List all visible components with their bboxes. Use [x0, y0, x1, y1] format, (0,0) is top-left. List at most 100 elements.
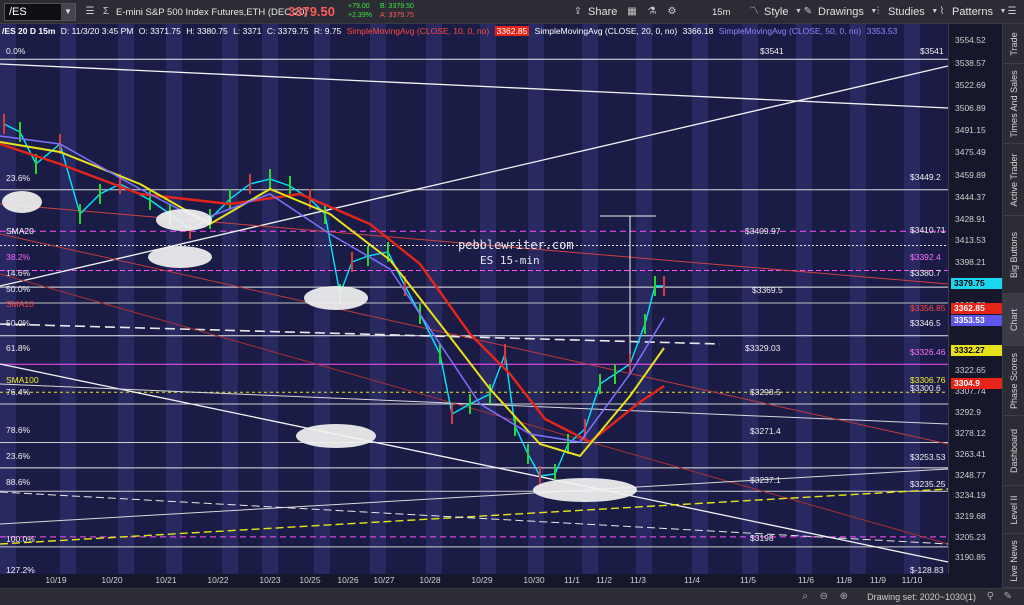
date-tick: 10/21	[155, 575, 177, 585]
date-tick: 10/25	[299, 575, 321, 585]
date-tick: 10/30	[523, 575, 545, 585]
side-tab-trade[interactable]: Trade	[1003, 24, 1024, 64]
timeframe-selector[interactable]: 15m	[712, 0, 730, 24]
menu-icon: ☰	[1007, 6, 1017, 17]
pencil-icon[interactable]: ✎	[1004, 591, 1012, 602]
more-button[interactable]: ☰	[1006, 0, 1018, 24]
zoom-out-icon[interactable]: ⊖	[820, 591, 828, 602]
fib-label-left: 78.6%	[6, 425, 31, 435]
style-label: Style	[764, 6, 789, 18]
symbol-input[interactable]: /ES ▼	[4, 3, 76, 21]
date-tick: 11/6	[798, 575, 814, 585]
chart-header: /ES 20 D 15m	[2, 26, 56, 36]
price-tick: 3292.9	[955, 406, 981, 417]
fib-label-right: $3449.2	[910, 172, 941, 182]
pin-icon[interactable]: ⚲	[987, 591, 994, 602]
thinkorswim-window: /ES ▼ ☰ Σ E-mini S&P 500 Index Futures,E…	[0, 0, 1024, 605]
style-button[interactable]: 〽 Style ▼	[748, 0, 804, 24]
fib-label-left: 76.4%	[6, 387, 31, 397]
date-tick: 11/2	[596, 575, 612, 585]
highlight-oval	[533, 478, 637, 502]
watermark-site: pebblewriter.com	[458, 238, 574, 252]
side-tab-big-buttons[interactable]: Big Buttons	[1003, 216, 1024, 294]
side-tab-chart[interactable]: Chart	[1003, 294, 1024, 346]
side-tab-dashboard[interactable]: Dashboard	[1003, 416, 1024, 486]
fib-label-left: 23.6%	[6, 451, 31, 461]
date-axis[interactable]: 10/19 10/20 10/21 10/22 10/23 10/25 10/26 10/27…	[0, 574, 1002, 588]
date-tick: 11/5	[740, 575, 756, 585]
chart-area[interactable]: /ES 20 D 15m D: 11/3/20 3:45 PM O: 3371.…	[0, 24, 948, 574]
side-tab-label: Active Trader	[1009, 152, 1019, 207]
side-tabs: Trade Times And Sales Active Trader Big But…	[1002, 24, 1024, 588]
grid-icon[interactable]: ▦	[626, 6, 638, 18]
chevron-down-icon[interactable]: ▼	[61, 4, 75, 20]
patterns-icon: ⌇	[939, 6, 945, 17]
studies-button[interactable]: ⫶ Studies ▼	[872, 0, 941, 24]
ohlc-date: D: 11/3/20 3:45 PM	[60, 26, 134, 36]
sma10-value: 3362.85	[494, 26, 530, 36]
fib-label-left: 0.0%	[6, 46, 26, 56]
highlight-oval	[2, 191, 42, 213]
price-tick: 3459.89	[955, 169, 986, 180]
fib-label-left: 127.2%	[6, 565, 35, 574]
price-tick: 3263.41	[955, 448, 986, 459]
price-axis[interactable]: 3554.52 3538.57 3522.69 3506.89 3491.15 3475.…	[948, 24, 1003, 574]
search-icon[interactable]: ⌕	[802, 591, 808, 602]
fib-label-right: $3356.85	[910, 303, 946, 313]
side-tab-level-ii[interactable]: Level II	[1003, 486, 1024, 534]
ohlc-open: O: 3371.75	[138, 26, 181, 36]
patterns-label: Patterns	[952, 6, 993, 18]
fib-label-left: 38.2%	[6, 252, 31, 262]
price-tick: 3398.21	[955, 257, 986, 268]
chart-info-line: /ES 20 D 15m D: 11/3/20 3:45 PM O: 3371.…	[2, 26, 900, 36]
side-tab-live-news[interactable]: Live News	[1003, 534, 1024, 588]
price-tick: 3205.23	[955, 531, 986, 542]
date-tick: 11/10	[901, 575, 923, 585]
side-tab-times-and-sales[interactable]: Times And Sales	[1003, 64, 1024, 144]
sma50-study[interactable]: SimpleMovingAvg (CLOSE, 50, 0, no)	[719, 26, 862, 36]
sma10-study[interactable]: SimpleMovingAvg (CLOSE, 10, 0, no)	[347, 26, 490, 36]
drawings-label: Drawings	[818, 6, 864, 18]
side-tab-phase-scores[interactable]: Phase Scores	[1003, 346, 1024, 416]
fib-label-right: $3410.71	[910, 225, 946, 235]
settings-icon[interactable]: ⚙	[666, 6, 678, 18]
style-icon: 〽	[749, 6, 759, 17]
sma20-study[interactable]: SimpleMovingAvg (CLOSE, 20, 0, no)	[535, 26, 678, 36]
ohlc-high: H: 3380.75	[186, 26, 228, 36]
toolbar-icons: ▦ ⚗ ⚙	[626, 0, 678, 24]
fib-label-left: 61.8%	[6, 343, 31, 353]
date-tick: 10/22	[207, 575, 229, 585]
fib-label-left: SMA100	[6, 375, 39, 385]
flask-icon[interactable]: ⚗	[646, 6, 658, 18]
timeframe-label: 15m	[712, 6, 731, 18]
highlight-oval	[148, 246, 212, 268]
percent-change: +2.39%	[348, 12, 372, 19]
drawings-button[interactable]: ✎ Drawings ▼	[802, 0, 880, 24]
date-tick: 11/4	[684, 575, 700, 585]
date-tick: 11/1	[564, 575, 580, 585]
price-tag: 3332.27	[951, 345, 1003, 356]
price-tick: 3234.19	[955, 490, 986, 501]
zoom-in-icon[interactable]: ⊕	[840, 591, 848, 602]
chart-toolbar: /ES ▼ ☰ Σ E-mini S&P 500 Index Futures,E…	[0, 0, 1024, 24]
highlight-oval	[304, 286, 368, 310]
share-button[interactable]: ⇪ Share	[572, 0, 618, 24]
side-tab-active-trader[interactable]: Active Trader	[1003, 144, 1024, 216]
fib-label-left: 100.0%	[6, 534, 35, 544]
fib-label-right: $3369.5	[752, 285, 783, 295]
sigma-icon[interactable]: Σ	[100, 6, 112, 18]
patterns-button[interactable]: ⌇ Patterns ▼	[936, 0, 1009, 24]
price-tag: 3379.75	[951, 278, 1003, 289]
menu-icon[interactable]: ☰	[84, 6, 96, 18]
price-chart[interactable]	[0, 24, 948, 574]
drawing-set-label[interactable]: Drawing set: 2020~1030(1)	[867, 592, 976, 602]
side-tab-label: Live News	[1009, 539, 1019, 582]
side-tab-label: Trade	[1009, 31, 1019, 56]
price-tick: 3278.12	[955, 427, 986, 438]
fib-label-right: $3271.4	[750, 426, 781, 436]
fib-label-right: $-128.83	[910, 565, 944, 574]
date-tick: 10/20	[101, 575, 123, 585]
price-tick: 3248.77	[955, 469, 986, 480]
fib-label-right: $3298.5	[750, 387, 781, 397]
highlight-oval	[156, 209, 212, 231]
